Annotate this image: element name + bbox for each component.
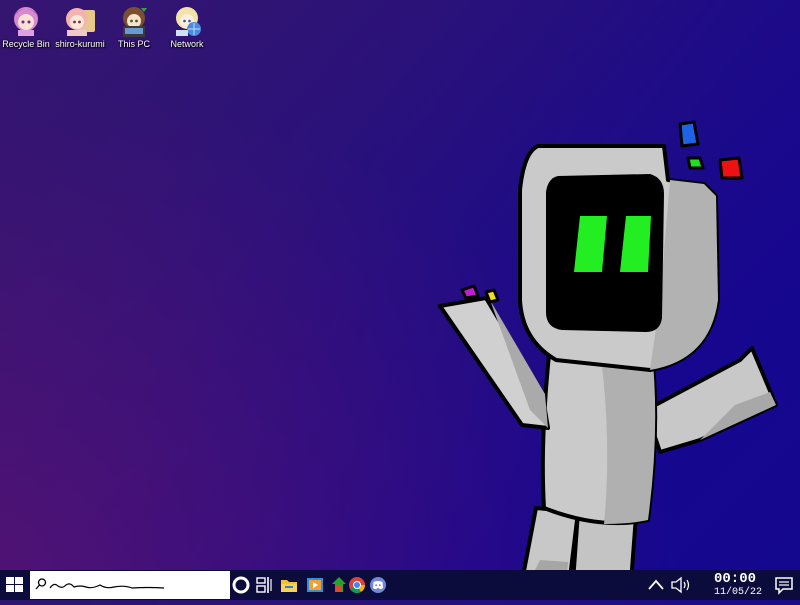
desktop-icon-label: This PC — [117, 39, 150, 49]
taskbar: 00:00 11/05/22 — [0, 570, 800, 600]
volume-icon — [671, 576, 690, 594]
cortana-icon — [232, 576, 250, 594]
search-input[interactable] — [52, 574, 226, 598]
file-explorer-button[interactable] — [279, 575, 299, 595]
user-folder-icon — [66, 8, 95, 36]
media-player-icon — [307, 578, 323, 592]
discord-button[interactable] — [368, 575, 388, 595]
desktop-icon-label: Network — [170, 39, 204, 49]
start-button[interactable] — [0, 570, 30, 600]
robot-mascot-wallpaper — [438, 120, 778, 598]
windows-start-icon — [6, 577, 23, 592]
store-icon — [332, 577, 346, 592]
show-hidden-icons-button[interactable] — [646, 575, 666, 595]
desktop-icon-this-pc[interactable]: This PC — [108, 4, 160, 49]
search-icon — [35, 578, 47, 590]
desktop-icon-recycle-bin[interactable]: Recycle Bin — [0, 4, 52, 49]
volume-button[interactable] — [670, 575, 690, 595]
cortana-button[interactable] — [231, 575, 251, 595]
recycle-bin-icon — [14, 7, 38, 36]
search-box[interactable] — [30, 571, 230, 599]
this-pc-icon — [123, 7, 147, 37]
clock-time: 00:00 — [713, 571, 756, 587]
media-player-button[interactable] — [305, 575, 325, 595]
clock-date: 11/05/22 — [713, 587, 762, 598]
store-button[interactable] — [329, 575, 349, 595]
task-view-button[interactable] — [254, 575, 274, 595]
task-view-icon — [256, 577, 272, 593]
desktop-icon-user-folder[interactable]: shiro-kurumi — [54, 4, 106, 49]
desktop-icon-label: Recycle Bin — [2, 39, 50, 49]
network-icon — [176, 7, 201, 36]
chrome-icon — [349, 577, 365, 593]
desktop-icon-network[interactable]: Network — [161, 4, 213, 49]
action-center-button[interactable] — [774, 575, 794, 595]
chevron-up-icon — [648, 579, 664, 590]
discord-icon — [370, 577, 386, 593]
action-center-icon — [775, 577, 793, 595]
chrome-button[interactable] — [347, 575, 367, 595]
file-explorer-icon — [281, 580, 297, 592]
desktop-icon-label: shiro-kurumi — [55, 39, 105, 49]
